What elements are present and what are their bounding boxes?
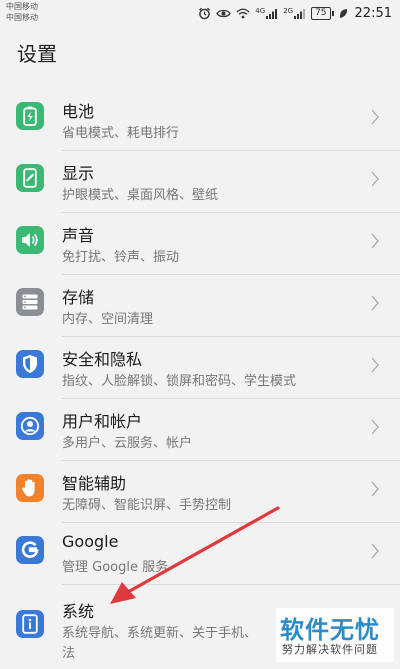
settings-item-display[interactable]: 显示 护眼模式、桌面风格、壁纸 [0,150,400,212]
item-subtitle-continued: 法 [62,646,76,661]
network-type-2: 2G [283,6,294,15]
item-title: 安全和隐私 [62,350,143,369]
item-subtitle: 免打扰、铃声、振动 [62,250,180,265]
item-title: 声音 [62,226,95,245]
signal-icon-2 [294,8,306,19]
item-subtitle: 内存、空间清理 [62,312,154,327]
item-subtitle: 管理 Google 服务 [62,560,169,575]
chevron-right-icon [371,419,380,435]
item-title: 用户和帐户 [62,412,143,431]
item-subtitle: 系统导航、系统更新、关于手机、 [62,626,258,641]
watermark-title: 软件无忧 [280,616,380,644]
settings-item-storage[interactable]: 存储 内存、空间清理 [0,274,400,336]
chevron-right-icon [371,233,380,249]
user-icon [16,412,44,440]
status-icons: 4G 2G 75 22:51 [198,4,392,22]
carrier-2: 中国移动 [6,13,38,22]
chevron-right-icon [371,357,380,373]
chevron-right-icon [371,295,380,311]
storage-icon [16,288,44,316]
item-subtitle: 无障碍、智能识屏、手势控制 [62,498,232,513]
carrier-1: 中国移动 [6,2,38,11]
settings-item-sound[interactable]: 声音 免打扰、铃声、振动 [0,212,400,274]
eye-icon [216,9,232,17]
signal-icon-1 [266,8,278,19]
display-icon [16,164,44,192]
settings-item-google[interactable]: Google 管理 Google 服务 [0,522,400,584]
watermark-subtitle: 努力解决软件问题 [282,643,378,656]
item-subtitle: 护眼模式、桌面风格、壁纸 [62,188,219,203]
chevron-right-icon [371,543,380,559]
item-title: 系统 [62,602,95,621]
item-title: 智能辅助 [62,474,127,493]
network-type-1: 4G [255,6,266,15]
settings-item-smart-assistance[interactable]: 智能辅助 无障碍、智能识屏、手势控制 [0,460,400,522]
chevron-right-icon [371,109,380,125]
shield-icon [16,350,44,378]
page-title: 设置 [17,42,57,66]
item-title: 存储 [62,288,95,307]
hand-icon [16,474,44,502]
item-subtitle: 省电模式、耗电排行 [62,126,180,141]
battery-icon [16,102,44,130]
google-icon [16,536,44,564]
alarm-icon [199,7,211,19]
chevron-right-icon [371,481,380,497]
settings-item-security[interactable]: 安全和隐私 指纹、人脸解锁、锁屏和密码、学生模式 [0,336,400,398]
battery-indicator: 75 [311,6,334,20]
status-bar: 中国移动 中国移动 4G 2G 75 22:51 [0,0,400,26]
settings-item-battery[interactable]: 电池 省电模式、耗电排行 [0,88,400,150]
item-subtitle: 多用户、云服务、帐户 [62,436,193,451]
wifi-icon [236,8,250,18]
info-icon [16,610,44,638]
carrier-labels: 中国移动 中国移动 [6,1,38,23]
settings-item-users-accounts[interactable]: 用户和帐户 多用户、云服务、帐户 [0,398,400,460]
item-title: 电池 [62,102,95,121]
item-subtitle: 指纹、人脸解锁、锁屏和密码、学生模式 [62,374,297,389]
clock: 22:51 [354,5,392,21]
item-title: 显示 [62,164,95,183]
item-title: Google [62,532,119,551]
battery-level: 75 [311,6,331,20]
speaker-icon [16,226,44,254]
watermark-logo: 软件无忧 努力解决软件问题 [276,608,394,662]
chevron-right-icon [371,171,380,187]
leaf-icon [339,8,347,18]
